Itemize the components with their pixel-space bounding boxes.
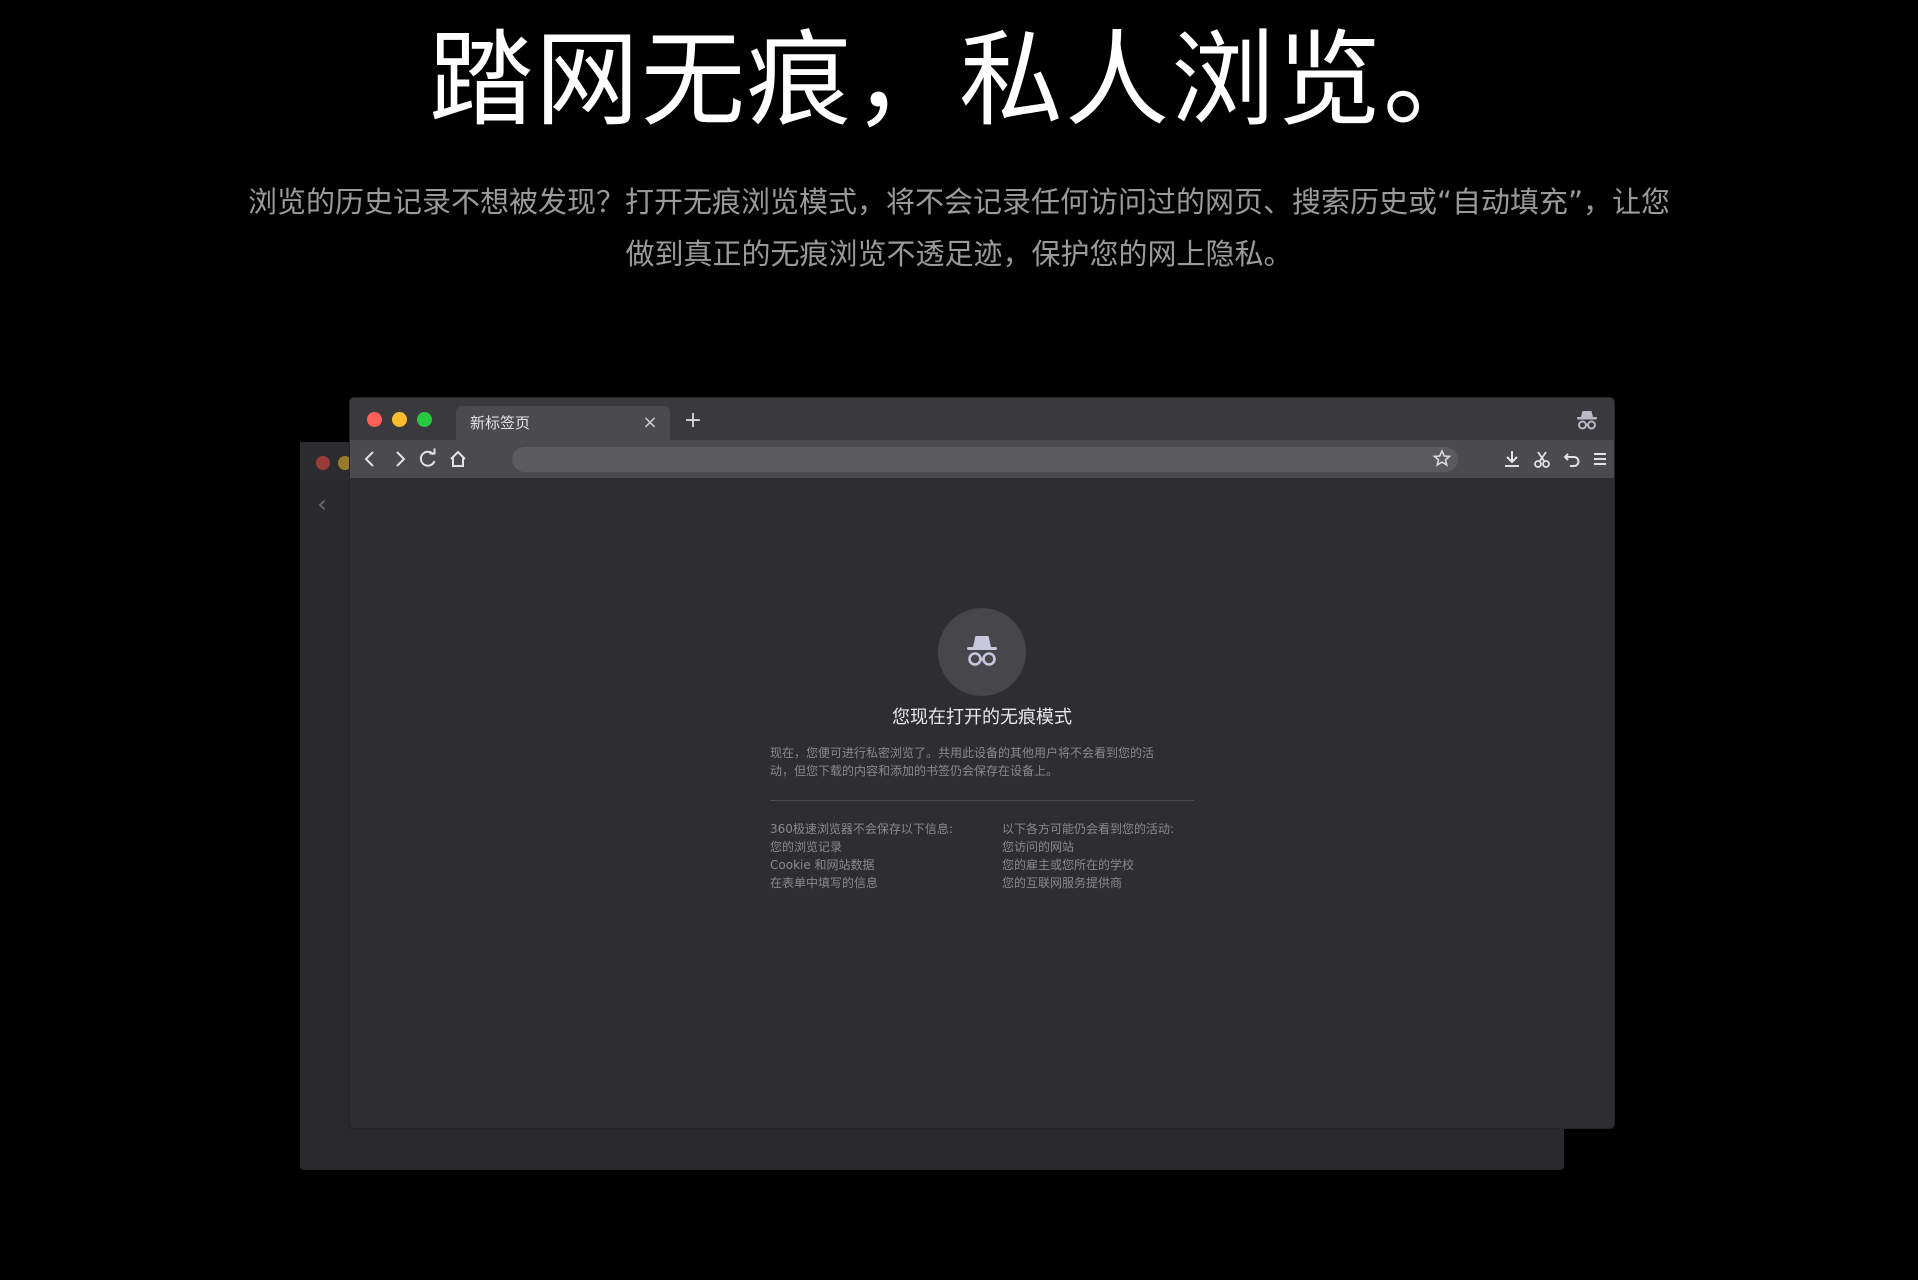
divider: [770, 800, 1194, 801]
description-line-2: 动，但您下载的内容和添加的书签仍会保存在设备上。: [770, 764, 1059, 778]
browser-window: 新标签页 × + 您现在打开的无痕模式 现在，您便可进行私密浏览了。共用此设备的…: [350, 398, 1614, 1128]
may-see-item: 您的雇主或您所在的学校: [1002, 858, 1135, 872]
headline: 踏网无痕，私人浏览。: [428, 19, 1489, 141]
background-back-icon: ‹: [317, 490, 327, 518]
background-nav: ‹: [300, 480, 352, 528]
address-bar[interactable]: [512, 447, 1458, 472]
tab-new-tab[interactable]: 新标签页 ×: [456, 406, 670, 440]
incognito-indicator-icon[interactable]: [1574, 408, 1600, 432]
not-saved-item: 在表单中填写的信息: [770, 876, 879, 890]
incognito-icon: [938, 608, 1026, 696]
menu-icon[interactable]: [1586, 445, 1614, 473]
tab-close-icon[interactable]: ×: [640, 413, 660, 433]
bookmark-star-icon[interactable]: [1428, 445, 1456, 473]
maximize-window-button[interactable]: [417, 412, 432, 427]
tab-title: 新标签页: [470, 414, 531, 432]
subtitle: 浏览的历史记录不想被发现？打开无痕浏览模式，将不会记录任何访问过的网页、搜索历史…: [140, 176, 1778, 280]
forward-icon[interactable]: [386, 445, 414, 473]
back-icon[interactable]: [356, 445, 384, 473]
titlebar: 新标签页 × +: [350, 398, 1614, 440]
not-saved-item: 您的浏览记录: [770, 840, 843, 854]
not-saved-item: Cookie 和网站数据: [770, 858, 875, 872]
may-see-heading: 以下各方可能仍会看到您的活动:: [1002, 822, 1175, 836]
incognito-page: 您现在打开的无痕模式 现在，您便可进行私密浏览了。共用此设备的其他用户将不会看到…: [350, 478, 1614, 1128]
undo-icon[interactable]: [1558, 445, 1586, 473]
incognito-description: 现在，您便可进行私密浏览了。共用此设备的其他用户将不会看到您的活 动，但您下载的…: [770, 744, 1194, 780]
home-icon[interactable]: [444, 445, 472, 473]
description-line-1: 现在，您便可进行私密浏览了。共用此设备的其他用户将不会看到您的活: [770, 746, 1155, 760]
background-close-dot: [316, 456, 330, 470]
may-see-list: 以下各方可能仍会看到您的活动: 您访问的网站 您的雇主或您所在的学校 您的互联网…: [1002, 820, 1222, 892]
subtitle-line-1: 浏览的历史记录不想被发现？打开无痕浏览模式，将不会记录任何访问过的网页、搜索历史…: [247, 185, 1671, 219]
subtitle-line-2: 做到真正的无痕浏览不透足迹，保护您的网上隐私。: [625, 237, 1293, 271]
scissors-icon[interactable]: [1528, 445, 1556, 473]
may-see-item: 您访问的网站: [1002, 840, 1075, 854]
may-see-item: 您的互联网服务提供商: [1002, 876, 1123, 890]
not-saved-list: 360极速浏览器不会保存以下信息: 您的浏览记录 Cookie 和网站数据 在表…: [770, 820, 990, 892]
not-saved-heading: 360极速浏览器不会保存以下信息:: [770, 822, 953, 836]
new-tab-plus-icon[interactable]: +: [682, 410, 704, 432]
toolbar: [350, 440, 1614, 478]
reload-icon[interactable]: [414, 445, 442, 473]
download-icon[interactable]: [1498, 445, 1526, 473]
minimize-window-button[interactable]: [392, 412, 407, 427]
close-window-button[interactable]: [367, 412, 382, 427]
page: 踏网无痕，私人浏览。 浏览的历史记录不想被发现？打开无痕浏览模式，将不会记录任何…: [0, 0, 1918, 1280]
incognito-title: 您现在打开的无痕模式: [892, 707, 1072, 728]
